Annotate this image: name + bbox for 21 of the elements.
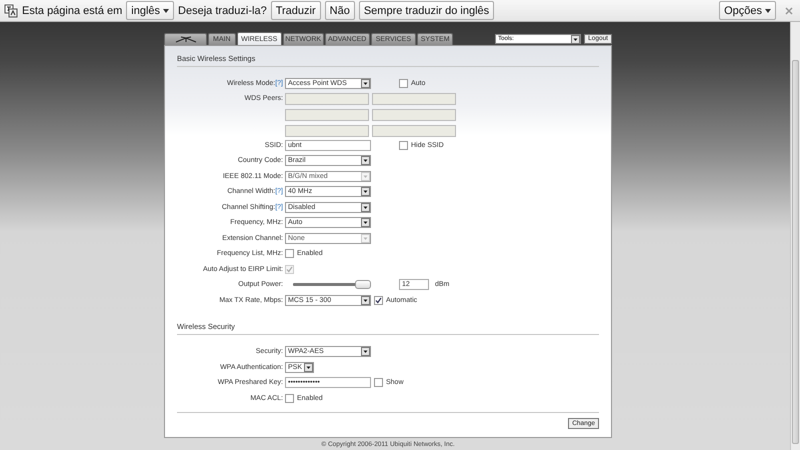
checkbox[interactable]: [374, 378, 383, 388]
translate-button[interactable]: Traduzir: [270, 1, 321, 20]
slider-thumb[interactable]: [355, 280, 371, 290]
caret-icon: [163, 8, 170, 12]
translate-button[interactable]: Sempre traduzir do inglês: [358, 1, 494, 20]
translate-icon: [4, 4, 18, 18]
options-button[interactable]: Opções: [719, 1, 776, 20]
checkbox[interactable]: [374, 296, 383, 305]
translate-button[interactable]: Não: [324, 1, 355, 20]
logo-tab[interactable]: [164, 33, 207, 45]
close-icon[interactable]: [784, 6, 794, 16]
translate-prompt: Esta página está em: [22, 4, 122, 16]
language-dropdown[interactable]: inglês: [126, 1, 174, 20]
scrollbar[interactable]: [790, 22, 800, 450]
checkbox[interactable]: [399, 79, 408, 88]
checkbox[interactable]: [285, 394, 294, 403]
checkbox[interactable]: [285, 249, 294, 258]
translate-question: Deseja traduzi-la?: [178, 4, 267, 16]
logo-icon: [174, 36, 196, 43]
caret-icon: [765, 8, 771, 12]
checkbox[interactable]: [399, 140, 408, 150]
